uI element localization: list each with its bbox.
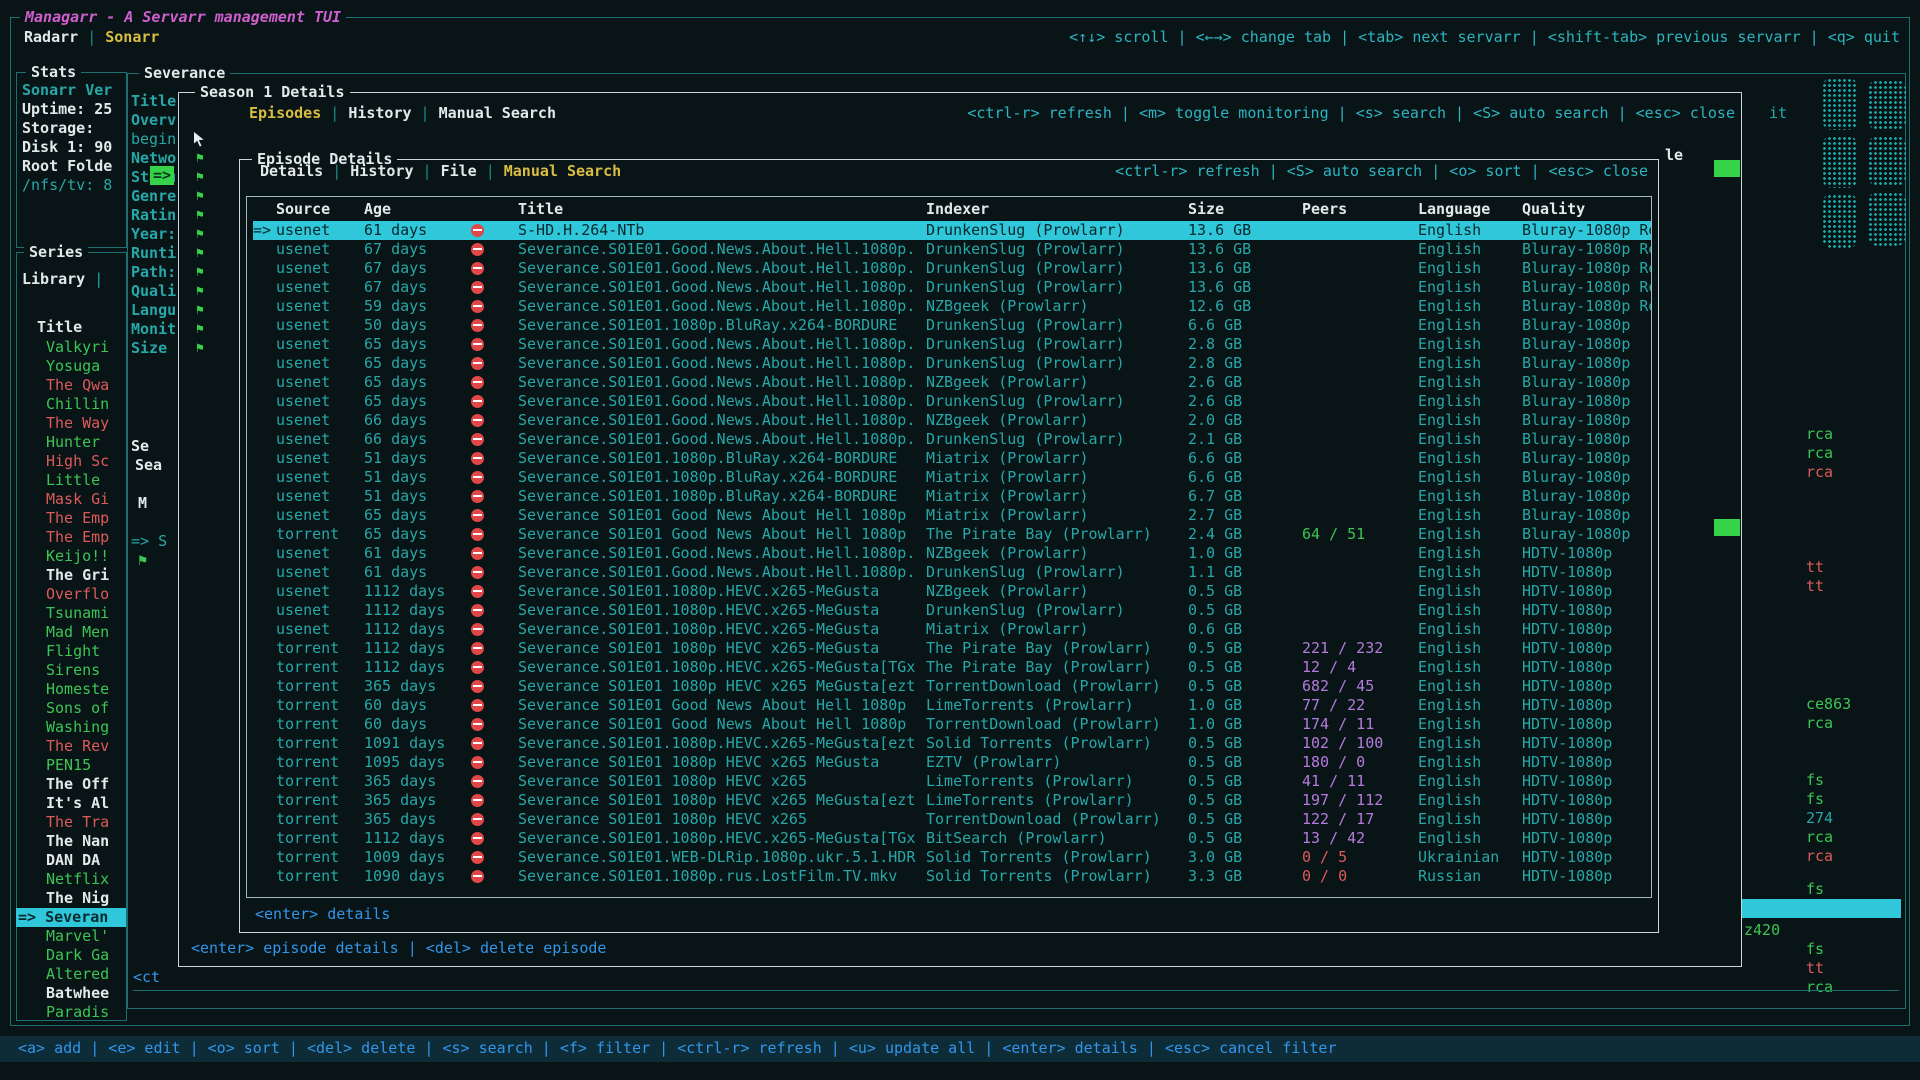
terminal-screen: Managarr - A Servarr management TUI Rada… [0, 0, 1920, 1080]
mouse-cursor [192, 130, 208, 149]
